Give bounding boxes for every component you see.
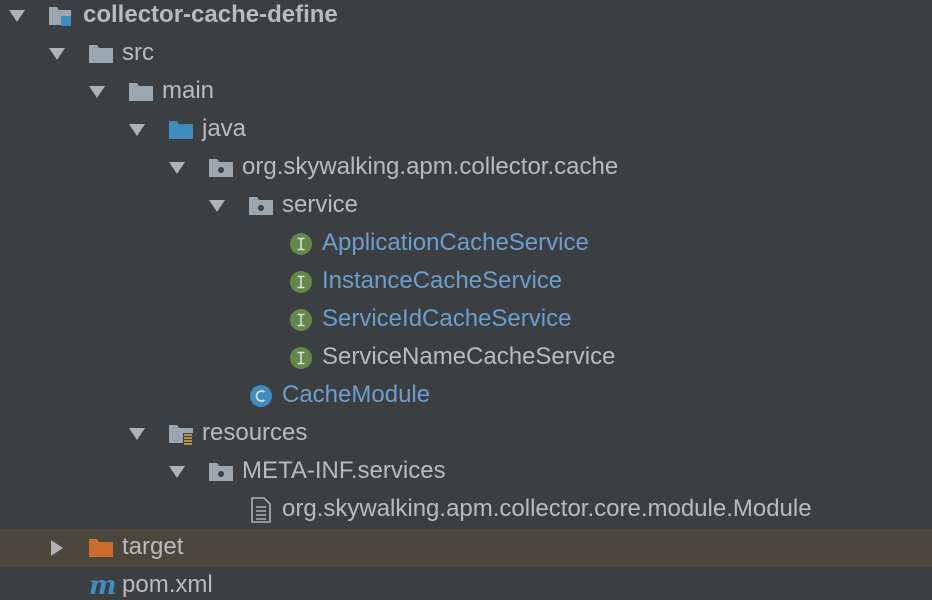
tree-row-label: collector-cache-define (83, 1, 338, 28)
tree-row-label: java (202, 115, 247, 142)
tree-row-label: target (122, 533, 184, 560)
interface-icon (290, 271, 312, 293)
collapse-arrow-icon[interactable] (48, 539, 66, 557)
interface-icon (290, 347, 312, 369)
expand-arrow-icon[interactable] (48, 45, 66, 63)
package-icon (209, 463, 233, 481)
interface-icon (290, 309, 312, 331)
expand-arrow-icon[interactable] (168, 159, 186, 177)
tree-row-label: ServiceNameCacheService (322, 343, 616, 370)
tree-row-label: ApplicationCacheService (322, 229, 589, 256)
folder-icon (89, 45, 113, 63)
tree-row-package-service[interactable]: service (0, 187, 932, 225)
resources-folder-icon (169, 425, 193, 445)
tree-row-target[interactable]: target (0, 529, 932, 567)
package-icon (249, 197, 273, 215)
tree-row-pom-xml[interactable]: m pom.xml (0, 567, 932, 600)
tree-row-java[interactable]: java (0, 111, 932, 149)
package-icon (209, 159, 233, 177)
tree-row-src[interactable]: src (0, 35, 932, 73)
maven-icon: m (89, 572, 117, 598)
tree-row-service-id-cache-service[interactable]: ServiceIdCacheService (0, 301, 932, 339)
tree-row-package-cache[interactable]: org.skywalking.apm.collector.cache (0, 149, 932, 187)
tree-row-label: main (162, 77, 215, 104)
tree-row-label: CacheModule (282, 381, 431, 408)
excluded-folder-icon (89, 539, 113, 557)
module-folder-icon (49, 7, 71, 26)
tree-row-label: ServiceIdCacheService (322, 305, 572, 332)
tree-row-label: InstanceCacheService (322, 267, 563, 294)
svg-text:m: m (89, 572, 117, 598)
expand-arrow-icon[interactable] (208, 197, 226, 215)
tree-row-service-name-cache-service[interactable]: ServiceNameCacheService (0, 339, 932, 377)
tree-row-label: META-INF.services (242, 457, 446, 484)
tree-row-module-service-file[interactable]: org.skywalking.apm.collector.core.module… (0, 491, 932, 529)
tree-row-main[interactable]: main (0, 73, 932, 111)
tree-row-cache-module[interactable]: CacheModule (0, 377, 932, 415)
tree-row-meta-inf-services[interactable]: META-INF.services (0, 453, 932, 491)
class-icon (250, 385, 272, 407)
text-file-icon (251, 497, 271, 523)
tree-row-module[interactable]: collector-cache-define (0, 0, 932, 35)
expand-arrow-icon[interactable] (8, 7, 26, 25)
tree-row-label: resources (202, 419, 308, 446)
expand-arrow-icon[interactable] (168, 463, 186, 481)
tree-row-label: org.skywalking.apm.collector.core.module… (282, 495, 812, 522)
tree-row-label: pom.xml (122, 571, 213, 598)
expand-arrow-icon[interactable] (128, 425, 146, 443)
tree-row-instance-cache-service[interactable]: InstanceCacheService (0, 263, 932, 301)
source-folder-icon (169, 121, 193, 139)
tree-row-label: service (282, 191, 359, 218)
project-tree[interactable]: collector-cache-define src main java org… (0, 0, 932, 600)
tree-row-application-cache-service[interactable]: ApplicationCacheService (0, 225, 932, 263)
tree-row-label: src (122, 39, 154, 66)
tree-row-label: org.skywalking.apm.collector.cache (242, 153, 619, 180)
interface-icon (290, 233, 312, 255)
expand-arrow-icon[interactable] (88, 83, 106, 101)
tree-row-resources[interactable]: resources (0, 415, 932, 453)
folder-icon (129, 83, 153, 101)
expand-arrow-icon[interactable] (128, 121, 146, 139)
